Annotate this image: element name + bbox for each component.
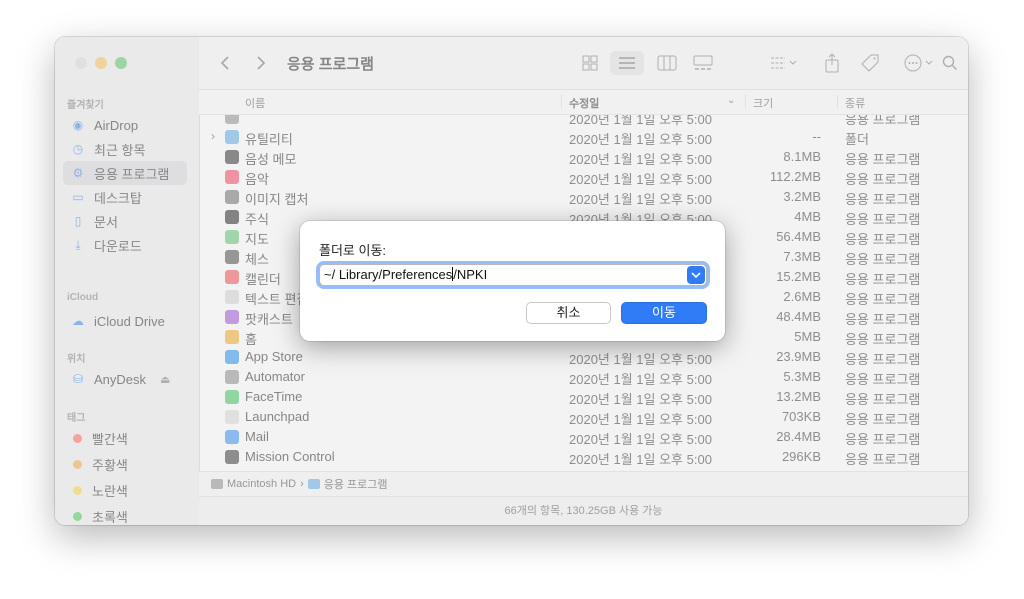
path-text-after-caret: /NPKI: [453, 267, 488, 282]
dialog-label: 폴더로 이동:: [319, 243, 387, 258]
history-dropdown-button[interactable]: [687, 266, 705, 284]
go-button[interactable]: 이동: [621, 302, 707, 324]
chevron-down-icon: [691, 272, 701, 279]
go-to-folder-dialog: 폴더로 이동: ~/ Library/Preferences/NPKI 취소 이…: [300, 221, 725, 341]
path-text-before-caret: ~/ Library/Preferences: [324, 267, 453, 282]
cancel-button[interactable]: 취소: [526, 302, 611, 324]
folder-path-input[interactable]: ~/ Library/Preferences/NPKI: [319, 264, 707, 286]
